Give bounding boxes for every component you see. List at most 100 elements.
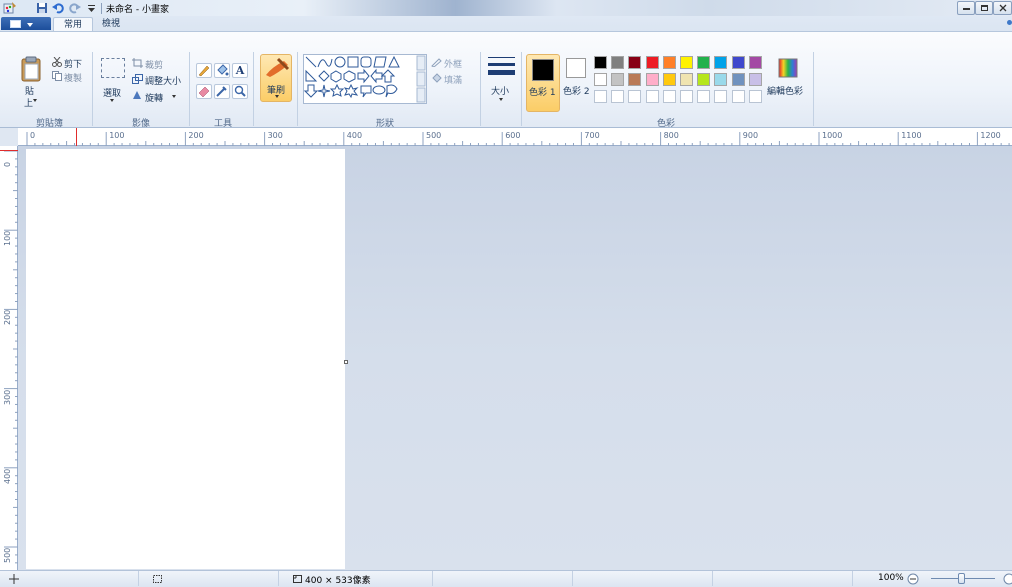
rotate-button[interactable]: 旋轉: [145, 91, 163, 104]
palette-color-swatch[interactable]: [714, 56, 728, 69]
outline-button[interactable]: 外框: [444, 57, 462, 70]
scissors-icon[interactable]: [52, 57, 62, 67]
custom-color-slot[interactable]: [645, 90, 659, 103]
palette-color-swatch[interactable]: [628, 73, 642, 86]
ruler-v-label: 300: [3, 389, 12, 405]
color-picker-tool[interactable]: [214, 84, 230, 99]
custom-color-slot[interactable]: [714, 90, 728, 103]
paint-menu-button[interactable]: [1, 17, 51, 30]
pencil-tool[interactable]: [196, 63, 212, 78]
status-divider: [572, 571, 573, 586]
edit-colors-icon[interactable]: [778, 58, 798, 78]
custom-color-slot[interactable]: [680, 90, 693, 103]
custom-color-slot[interactable]: [697, 90, 711, 103]
redo-icon[interactable]: [69, 2, 81, 14]
palette-color-swatch[interactable]: [594, 73, 607, 86]
tab-home[interactable]: 常用: [53, 17, 93, 31]
copy-button[interactable]: 複製: [64, 71, 82, 84]
palette-color-swatch[interactable]: [680, 73, 693, 86]
copy-icon[interactable]: [52, 71, 62, 81]
paste-label-2[interactable]: 上: [24, 96, 33, 109]
custom-color-slot[interactable]: [628, 90, 642, 103]
brushes-button[interactable]: 筆刷: [260, 54, 292, 102]
status-divider: [278, 571, 279, 586]
zoom-out-icon[interactable]: [907, 573, 919, 585]
paste-icon[interactable]: [20, 56, 42, 82]
magnifier-tool[interactable]: [232, 84, 248, 99]
select-icon[interactable]: [101, 58, 125, 78]
palette-color-swatch[interactable]: [748, 73, 762, 86]
palette-color-swatch[interactable]: [680, 56, 693, 69]
tab-view[interactable]: 檢視: [94, 17, 128, 31]
palette-color-swatch[interactable]: [697, 56, 711, 69]
paste-dropdown-icon[interactable]: [33, 99, 37, 102]
custom-color-slot[interactable]: [731, 90, 745, 103]
maximize-button[interactable]: [975, 1, 993, 15]
color2-swatch[interactable]: [566, 58, 586, 78]
cut-button[interactable]: 剪下: [64, 57, 82, 70]
size-dropdown-icon: [499, 98, 503, 101]
color2-label[interactable]: 色彩 2: [563, 84, 590, 97]
drawing-canvas[interactable]: [26, 149, 345, 569]
palette-color-swatch[interactable]: [697, 73, 711, 86]
close-icon: [999, 4, 1007, 12]
canvas-resize-handle[interactable]: [344, 360, 348, 364]
select-button[interactable]: 選取: [103, 86, 121, 99]
size-button[interactable]: 大小: [487, 54, 517, 104]
fill-button[interactable]: 填滿: [444, 73, 462, 86]
resize-button[interactable]: 調整大小: [145, 74, 181, 87]
group-separator: [189, 52, 190, 126]
palette-color-swatch[interactable]: [645, 73, 659, 86]
outline-icon[interactable]: [431, 57, 442, 67]
eraser-tool[interactable]: [196, 84, 212, 99]
ruler-v-label: 0: [3, 161, 12, 167]
crop-icon[interactable]: [132, 58, 143, 68]
ruler-h-label: 1100: [901, 131, 922, 140]
save-icon[interactable]: [36, 2, 48, 14]
palette-color-swatch[interactable]: [731, 56, 745, 69]
zoom-level: 100%: [878, 573, 904, 583]
color1-label: 色彩 1: [529, 88, 556, 98]
edit-colors-button[interactable]: 編輯色彩: [767, 84, 803, 97]
ruler-corner: [0, 128, 18, 146]
ruler-h-label: 300: [267, 131, 283, 140]
palette-color-swatch[interactable]: [611, 56, 625, 69]
resize-icon[interactable]: [132, 74, 143, 84]
custom-color-slot[interactable]: [611, 90, 625, 103]
shapes-gallery[interactable]: [303, 54, 427, 104]
custom-color-slot[interactable]: [662, 90, 676, 103]
crop-button[interactable]: 裁剪: [145, 58, 163, 71]
zoom-in-icon[interactable]: [1003, 573, 1012, 585]
palette-color-swatch[interactable]: [748, 56, 762, 69]
close-button[interactable]: [993, 1, 1012, 15]
selection-size-icon: [153, 575, 162, 583]
ruler-cursor-marker: [76, 128, 77, 146]
size-label: 大小: [491, 87, 510, 97]
select-dropdown-icon[interactable]: [110, 99, 114, 102]
custom-color-slot[interactable]: [594, 90, 607, 103]
eraser-icon: [198, 86, 210, 98]
minimize-button[interactable]: [957, 1, 975, 15]
rotate-dropdown-icon[interactable]: [172, 95, 176, 98]
fill-icon[interactable]: [431, 73, 442, 83]
palette-color-swatch[interactable]: [662, 56, 676, 69]
cursor-position-icon: [9, 574, 19, 584]
palette-color-swatch[interactable]: [662, 73, 676, 86]
help-icon[interactable]: [1007, 20, 1012, 25]
palette-color-swatch[interactable]: [731, 73, 745, 86]
text-tool[interactable]: A: [232, 63, 248, 78]
undo-icon[interactable]: [52, 2, 64, 14]
custom-color-slot[interactable]: [748, 90, 762, 103]
palette-color-swatch[interactable]: [594, 56, 607, 69]
paint-app-icon[interactable]: [3, 1, 17, 14]
palette-color-swatch[interactable]: [645, 56, 659, 69]
title-divider: [101, 3, 102, 14]
customize-toolbar-icon[interactable]: [87, 3, 96, 13]
zoom-slider-thumb[interactable]: [958, 573, 965, 584]
palette-color-swatch[interactable]: [628, 56, 642, 69]
fill-tool[interactable]: [214, 63, 230, 78]
palette-color-swatch[interactable]: [611, 73, 625, 86]
rotate-icon[interactable]: [132, 90, 143, 100]
palette-color-swatch[interactable]: [714, 73, 728, 86]
color1-button[interactable]: 色彩 1: [526, 54, 560, 112]
